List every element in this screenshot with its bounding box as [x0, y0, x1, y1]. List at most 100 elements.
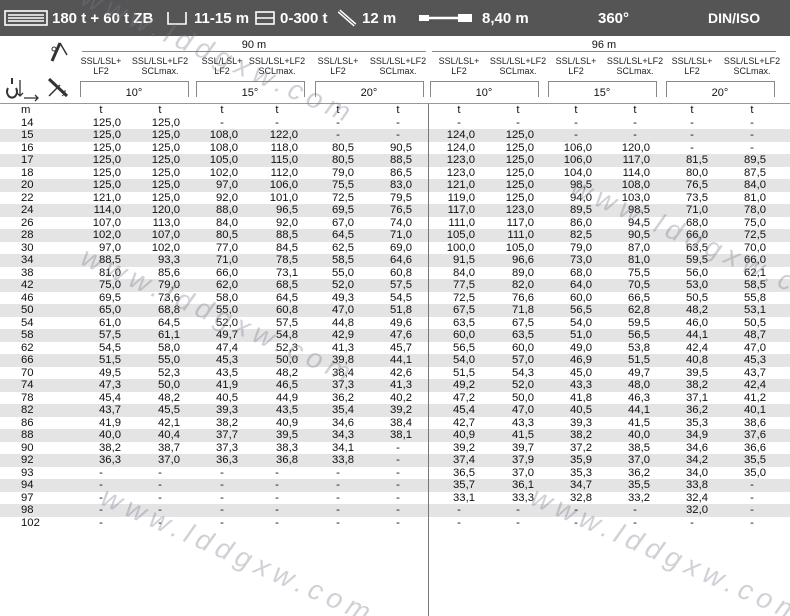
table-row: 46 69,5 73,6 58,0 64,5 49,3 54,5 72,5 76,6 60,0 66…	[0, 292, 790, 305]
load-cell: 84,0	[744, 179, 766, 191]
load-cell: 58,5	[332, 254, 354, 266]
load-cell: 55,8	[744, 291, 766, 304]
load-cell: 51,5	[99, 354, 121, 366]
load-cell: 68,8	[158, 304, 180, 316]
load-cell: -	[220, 516, 224, 529]
load-cell: 44,1	[686, 329, 708, 341]
load-cell: 38,5	[628, 441, 650, 454]
outrigger-value: 11-15 m	[194, 9, 250, 27]
column-label-line1: SSL/LSL+LF2	[131, 56, 189, 66]
load-cell: -	[158, 491, 162, 504]
radius-cell: 24	[21, 204, 34, 216]
load-cell: -	[158, 479, 162, 491]
angle-bracket	[80, 81, 188, 82]
load-cell: 52,3	[158, 366, 180, 379]
load-cell: 50,0	[512, 391, 534, 404]
load-cell: 54,3	[512, 366, 534, 379]
radius-cell: 90	[21, 441, 34, 454]
table-row: 38 81,0 85,6 66,0 73,1 55,0 60,8 84,0 89,0 68,0 75…	[0, 267, 790, 280]
column-label-line1: SSL/LSL+LF2	[489, 56, 547, 66]
load-cell: -	[750, 116, 754, 129]
load-cell: -	[750, 479, 754, 491]
unit-cell: t	[275, 104, 279, 116]
load-cell: 46,9	[570, 354, 592, 366]
load-cell: 114,0	[93, 204, 121, 216]
load-cell: 42,9	[332, 329, 354, 341]
width-value: 8,40 m	[482, 9, 529, 27]
load-cell: 47,6	[390, 329, 412, 341]
load-cell: 40,9	[453, 429, 475, 441]
load-cell: 79,0	[332, 166, 354, 179]
column-label: SSL/LSL+ LF2	[71, 56, 131, 76]
load-cell: 52,0	[332, 279, 354, 291]
radius-cell: 74	[21, 379, 34, 391]
load-cell: -	[516, 116, 520, 129]
load-cell: 106,0	[563, 141, 592, 154]
crane-capacity-icon	[4, 10, 48, 26]
load-cell: 49,7	[628, 366, 650, 379]
load-cell: 61,0	[99, 316, 121, 329]
boom-spec: 12 m	[336, 0, 396, 36]
load-cell: 40,2	[390, 391, 412, 404]
load-cell: 56,0	[686, 266, 708, 279]
load-cell: 98,5	[570, 179, 592, 191]
load-cell: 106,0	[563, 154, 592, 166]
column-label-line1: SSL/LSL+	[317, 56, 359, 66]
load-cell: 93,3	[158, 254, 180, 266]
load-cell: 108,0	[209, 129, 238, 141]
table-row: 74 47,3 50,0 41,9 46,5 37,3 41,3 49,2 52,0 43,3 48…	[0, 379, 790, 392]
load-cell: 71,0	[216, 254, 238, 266]
load-cell: 123,0	[446, 166, 475, 179]
load-cell: 38,2	[570, 429, 592, 441]
load-cell: -	[750, 491, 754, 504]
table-row: 30 97,0 102,0 77,0 84,5 62,5 69,0 100,0 105,0 79,…	[0, 242, 790, 255]
load-cell: 64,5	[332, 229, 354, 241]
load-cell: 35,7	[453, 479, 475, 491]
load-cell: 58,5	[744, 279, 766, 291]
unit-cell: t	[220, 104, 224, 116]
load-cell: 34,3	[332, 429, 354, 441]
angle-bracket-end	[538, 81, 539, 97]
table-header: 90 m 96 m SSL/LSL+ LF2 SSL/LSL+LF2 SCLmax. S…	[0, 36, 790, 104]
load-cell: 84,0	[453, 266, 475, 279]
radius-cell: 94	[21, 479, 34, 491]
load-cell: -	[750, 129, 754, 141]
load-cell: 80,5	[332, 154, 354, 166]
load-cell: 89,5	[744, 154, 766, 166]
load-cell: 62,8	[628, 304, 650, 316]
load-cell: 105,0	[209, 154, 238, 166]
load-cell: 33,3	[512, 491, 534, 504]
load-cell: 108,0	[209, 141, 238, 154]
luffing-jib-icon	[50, 42, 68, 62]
load-cell: 107,0	[151, 229, 180, 241]
column-label-line2: SCLmax.	[616, 66, 654, 76]
load-cell: 44,9	[276, 391, 298, 404]
angle-bracket	[666, 81, 774, 82]
column-label-line1: SSL/LSL+	[80, 56, 122, 66]
load-cell: 84,0	[216, 216, 238, 229]
load-cell: -	[99, 491, 103, 504]
load-cell: 55,0	[332, 266, 354, 279]
load-cell: 71,8	[512, 304, 534, 316]
table-row: 15 125,0 125,0 108,0 122,0 - - 124,0 125,0 - - - -	[0, 129, 790, 142]
load-cell: 96,5	[276, 204, 298, 216]
radius-cell: 88	[21, 429, 34, 441]
radius-cell: 14	[21, 116, 34, 129]
load-cell: 66,0	[216, 266, 238, 279]
load-cell: 70,0	[744, 241, 766, 254]
column-label-line2: SCLmax.	[733, 66, 771, 76]
load-cell: 100,0	[446, 241, 475, 254]
load-cell: 125,0	[151, 166, 180, 179]
load-cell: 125,0	[151, 116, 180, 129]
load-cell: 76,5	[390, 204, 412, 216]
load-cell: 41,9	[99, 416, 121, 429]
load-cell: 42,7	[453, 416, 475, 429]
column-label: SSL/LSL+ LF2	[429, 56, 489, 76]
load-cell: 44,8	[332, 316, 354, 329]
load-cell: 48,0	[628, 379, 650, 391]
radius-cell: 22	[21, 191, 34, 204]
angle-bracket	[196, 81, 304, 82]
load-cell: 68,0	[570, 266, 592, 279]
radius-cell: 78	[21, 391, 34, 404]
group-divider	[428, 104, 429, 616]
